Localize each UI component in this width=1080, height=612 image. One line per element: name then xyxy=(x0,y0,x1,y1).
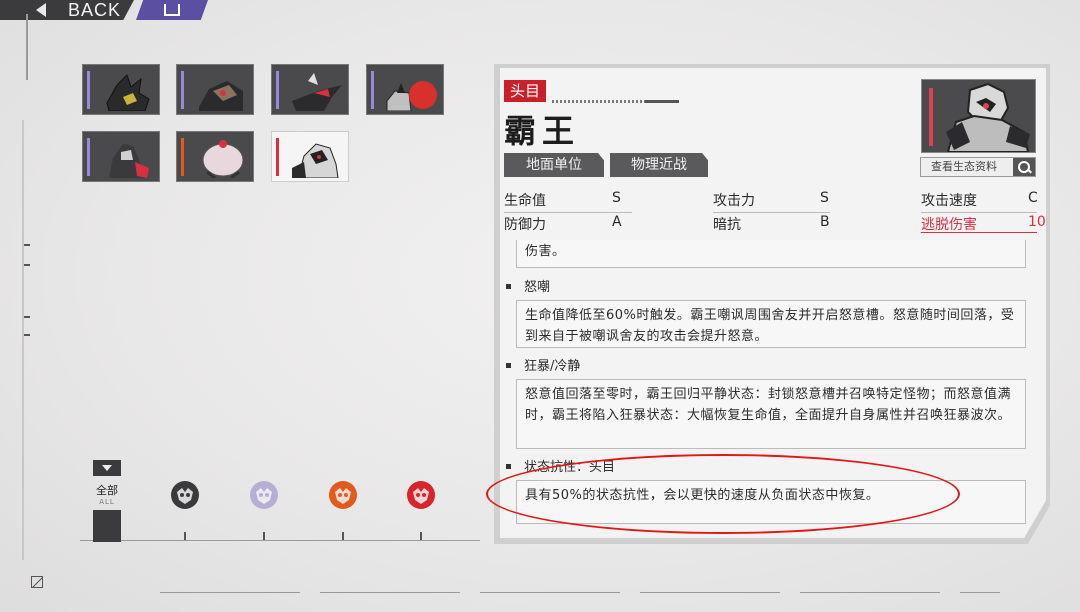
stat-divider xyxy=(921,212,1037,213)
armored-knight-icon xyxy=(946,82,1030,152)
frame-bracket xyxy=(26,14,32,80)
faction-filter-button[interactable] xyxy=(326,478,372,540)
faction-red-icon xyxy=(407,481,435,509)
stat-label: 逃脱伤害 xyxy=(921,217,977,233)
bullet-icon xyxy=(506,363,511,368)
card-accent xyxy=(181,138,184,176)
stat-value: S xyxy=(820,190,829,206)
enemy-card[interactable] xyxy=(176,131,254,182)
faction-filter-button[interactable] xyxy=(404,478,450,540)
home-icon xyxy=(164,4,180,16)
stat-divider xyxy=(713,212,830,213)
enemy-thumbnail-icon xyxy=(199,81,243,111)
home-button[interactable] xyxy=(136,0,208,20)
attack-type-chip: 物理近战 xyxy=(610,153,708,177)
filter-all-indicator xyxy=(93,510,121,542)
filter-all-button[interactable]: 全部 ALL xyxy=(93,460,121,542)
enemy-card[interactable] xyxy=(366,64,444,115)
enemy-card[interactable] xyxy=(176,64,254,115)
search-icon xyxy=(1013,158,1035,176)
rank-underline-accent xyxy=(645,100,679,103)
enemy-thumbnail-icon xyxy=(109,144,149,178)
stat-label: 攻击力 xyxy=(713,193,755,209)
stat-label: 防御力 xyxy=(504,217,546,233)
card-accent xyxy=(87,71,90,109)
enemy-name: 霸王 xyxy=(504,112,581,150)
enemy-portrait xyxy=(921,79,1036,153)
filter-tick xyxy=(420,532,422,540)
card-accent xyxy=(371,71,374,109)
filter-all-label: 全部 xyxy=(96,484,118,497)
skill-body: 生命值降低至60%时触发。霸王嘲讽周围舍友并开启怒意槽。怒意随时间回落，受到来自… xyxy=(516,300,1026,348)
highlight-annotation xyxy=(486,454,960,534)
enemy-thumbnail-icon xyxy=(202,140,244,178)
frame-tick xyxy=(24,244,30,246)
card-accent xyxy=(181,71,184,109)
stat-divider xyxy=(504,212,632,213)
frame-rail xyxy=(22,120,24,560)
back-button[interactable]: BACK xyxy=(0,0,134,20)
filter-tick xyxy=(263,532,265,540)
faction-orange-icon xyxy=(329,481,357,509)
frame-tick xyxy=(24,316,30,318)
bullet-icon xyxy=(506,284,511,289)
dropdown-icon xyxy=(93,460,121,476)
stat-value: 10 xyxy=(1028,214,1046,230)
skill-title: 狂暴/冷静 xyxy=(524,359,581,374)
portrait-accent xyxy=(929,88,933,146)
stat-value: C xyxy=(1028,190,1038,206)
skill-title: 怒嘲 xyxy=(524,280,551,295)
back-label: BACK xyxy=(68,0,122,20)
frame-tick xyxy=(24,334,30,336)
card-accent xyxy=(276,71,279,109)
enemy-card[interactable] xyxy=(82,64,160,115)
enemy-card[interactable] xyxy=(271,64,349,115)
back-arrow-icon xyxy=(36,3,46,17)
frame-tick xyxy=(24,264,30,266)
enemy-card[interactable] xyxy=(271,131,349,182)
enemy-thumbnail-icon xyxy=(292,73,342,111)
enemy-card[interactable] xyxy=(82,131,160,182)
faction-filter-button[interactable] xyxy=(168,478,214,540)
card-accent xyxy=(276,138,279,176)
filter-all-sublabel: ALL xyxy=(99,498,115,506)
bullet-icon xyxy=(506,464,511,469)
view-profile-button[interactable]: 查看生态资料 xyxy=(920,157,1036,177)
enemy-thumbnail-icon xyxy=(386,81,437,111)
filter-tick xyxy=(342,532,344,540)
enemy-thumbnail-icon xyxy=(106,74,150,111)
filter-tick xyxy=(184,532,186,540)
faction-lavender-icon xyxy=(250,481,278,509)
stat-value: S xyxy=(612,190,621,206)
rank-badge: 头目 xyxy=(504,80,547,102)
stat-divider-highlight xyxy=(921,232,1037,233)
filter-baseline xyxy=(80,540,480,541)
footer-rule xyxy=(160,592,1000,593)
card-accent xyxy=(87,138,90,176)
unit-type-chip: 地面单位 xyxy=(504,153,604,177)
skill-body-prev: 伤害。 xyxy=(516,240,1026,268)
enemy-thumbnail-icon xyxy=(292,143,339,178)
faction-dark-icon xyxy=(171,481,199,509)
stat-label: 暗抗 xyxy=(713,217,741,233)
view-profile-label: 查看生态资料 xyxy=(931,160,997,173)
faction-filter-button[interactable] xyxy=(247,478,293,540)
stat-value: A xyxy=(612,214,622,230)
skill-body: 怒意值回落至零时，霸王回归平静状态：封锁怒意槽并召唤特定怪物；而怒意值满时，霸王… xyxy=(516,379,1026,449)
stat-label: 生命值 xyxy=(504,193,546,209)
slash-box-icon xyxy=(31,576,43,588)
stat-value: B xyxy=(820,214,830,230)
stat-label: 攻击速度 xyxy=(921,193,977,209)
